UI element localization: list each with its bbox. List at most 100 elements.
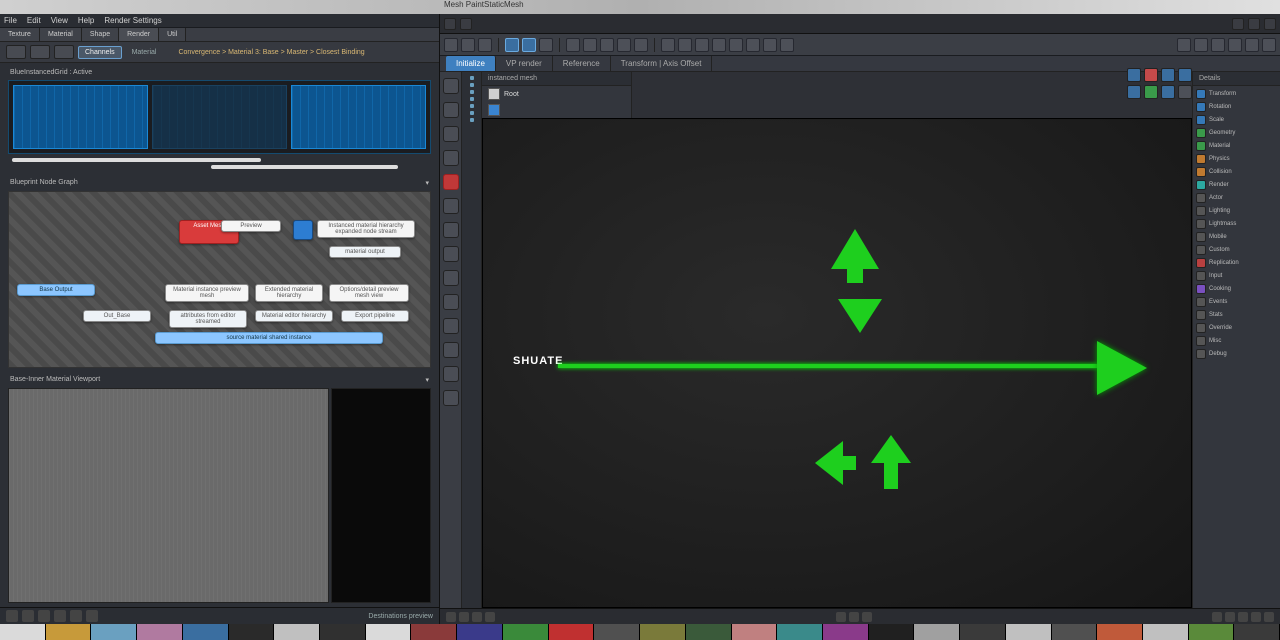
tool-select-icon[interactable] [505,38,519,52]
tab-initialize[interactable]: Initialize [446,56,496,71]
blue-grid-slot-1[interactable] [13,85,148,149]
node-e3[interactable]: Material editor hierarchy [255,310,333,322]
taskbar-item-0[interactable] [0,624,46,640]
vtool-cursor-icon[interactable] [443,78,459,94]
taskbar-item-11[interactable] [503,624,549,640]
tool-grid-icon[interactable] [661,38,675,52]
vtool-measure-icon[interactable] [443,246,459,262]
texture-dark-view[interactable] [331,388,431,603]
tab-render[interactable]: Render [119,28,159,41]
taskbar-item-24[interactable] [1097,624,1143,640]
node-preview[interactable]: Preview [221,220,281,232]
taskbar-item-2[interactable] [91,624,137,640]
tool-redo-icon[interactable] [712,38,726,52]
taskbar-item-26[interactable] [1189,624,1235,640]
outline-item-child[interactable] [482,102,631,118]
right-top-icon-1[interactable] [444,18,456,30]
gizmo-up-arrowhead[interactable] [831,229,879,269]
taskbar-item-25[interactable] [1143,624,1189,640]
outline-item-root[interactable]: Root [482,86,631,102]
mode-7[interactable] [1161,85,1175,99]
rstatus-icon-z[interactable] [1238,612,1248,622]
menu-view[interactable]: View [51,16,68,25]
right-top-min-icon[interactable] [1232,18,1244,30]
taskbar-item-3[interactable] [137,624,183,640]
rstatus-icon-w[interactable] [1251,612,1261,622]
mode-4[interactable] [1178,68,1192,82]
menu-edit[interactable]: Edit [27,16,41,25]
taskbar-item-18[interactable] [823,624,869,640]
node-base-output[interactable]: Base Output [17,284,95,296]
taskbar-item-12[interactable] [549,624,595,640]
taskbar-item-21[interactable] [960,624,1006,640]
node-output-sub[interactable]: material output [329,246,401,258]
gizmo-secondary-left-stem[interactable] [842,456,856,470]
mode-3[interactable] [1161,68,1175,82]
tool-shaded-icon[interactable] [780,38,794,52]
tab-material[interactable]: Material [40,28,82,41]
rstatus-icon-2[interactable] [459,612,469,622]
rstatus-icon-3[interactable] [472,612,482,622]
property-list[interactable]: Transform Rotation Scale Geometry Materi… [1193,86,1280,608]
mode-2[interactable] [1144,68,1158,82]
status-icon-6[interactable] [86,610,98,622]
taskbar-item-27[interactable] [1234,624,1280,640]
tool-undo-icon[interactable] [695,38,709,52]
taskbar-item-6[interactable] [274,624,320,640]
gizmo-down-arrowhead[interactable] [838,299,882,333]
gizmo-secondary-left[interactable] [815,441,843,485]
taskbar-item-7[interactable] [320,624,366,640]
panel-collapse-icon-2[interactable]: ▾ [425,376,429,384]
blue-grid-slot-2[interactable] [152,85,287,149]
vtool-paint-icon[interactable] [443,222,459,238]
tool-wire-icon[interactable] [763,38,777,52]
node-d3[interactable]: Extended material hierarchy [255,284,323,302]
blue-grid-slot-3[interactable] [291,85,426,149]
vtool-move-icon[interactable] [443,102,459,118]
taskbar-item-8[interactable] [366,624,412,640]
mode-1[interactable] [1127,68,1141,82]
gizmo-x-axis[interactable] [558,364,1098,368]
tab-util[interactable]: Util [159,28,186,41]
right-top-max-icon[interactable] [1248,18,1260,30]
tool-axis-y-icon[interactable] [600,38,614,52]
mode-5[interactable] [1127,85,1141,99]
vtool-layer-icon[interactable] [443,294,459,310]
rstatus-icon-c[interactable] [862,612,872,622]
vtool-snap-icon[interactable] [443,366,459,382]
vtool-settings-icon[interactable] [443,390,459,406]
right-toolbar-extra-2[interactable] [1194,38,1208,52]
menu-file[interactable]: File [4,16,17,25]
tool-module-icon[interactable] [678,38,692,52]
right-toolbar-extra-6[interactable] [1262,38,1276,52]
gizmo-secondary-up-stem[interactable] [884,461,898,489]
rstatus-icon-v[interactable] [1264,612,1274,622]
mode-6[interactable] [1144,85,1158,99]
taskbar-item-10[interactable] [457,624,503,640]
subtab-material[interactable]: Material [126,47,163,58]
tab-transform[interactable]: Transform | Axis Offset [611,56,713,71]
toolbar-graph-icon[interactable] [54,45,74,59]
gizmo-up-stem[interactable] [847,267,863,283]
slider-1[interactable] [12,158,261,162]
tool-save-icon[interactable] [461,38,475,52]
taskbar-item-17[interactable] [777,624,823,640]
status-icon-5[interactable] [70,610,82,622]
tool-rotate-icon[interactable] [539,38,553,52]
slider-2[interactable] [211,165,398,169]
rstatus-icon-y[interactable] [1225,612,1235,622]
taskbar-item-4[interactable] [183,624,229,640]
gizmo-x-arrowhead[interactable] [1097,341,1147,395]
rstatus-icon-b[interactable] [849,612,859,622]
tool-scale-icon[interactable] [566,38,580,52]
node-d2[interactable]: Material instance preview mesh [165,284,249,302]
vtool-add-icon[interactable] [443,198,459,214]
tool-frame-icon[interactable] [634,38,648,52]
taskbar-item-19[interactable] [869,624,915,640]
taskbar-item-5[interactable] [229,624,275,640]
taskbar-item-9[interactable] [411,624,457,640]
right-top-icon-2[interactable] [460,18,472,30]
panel-collapse-icon[interactable]: ▾ [425,179,429,187]
tool-open-icon[interactable] [444,38,458,52]
right-toolbar-extra-3[interactable] [1211,38,1225,52]
